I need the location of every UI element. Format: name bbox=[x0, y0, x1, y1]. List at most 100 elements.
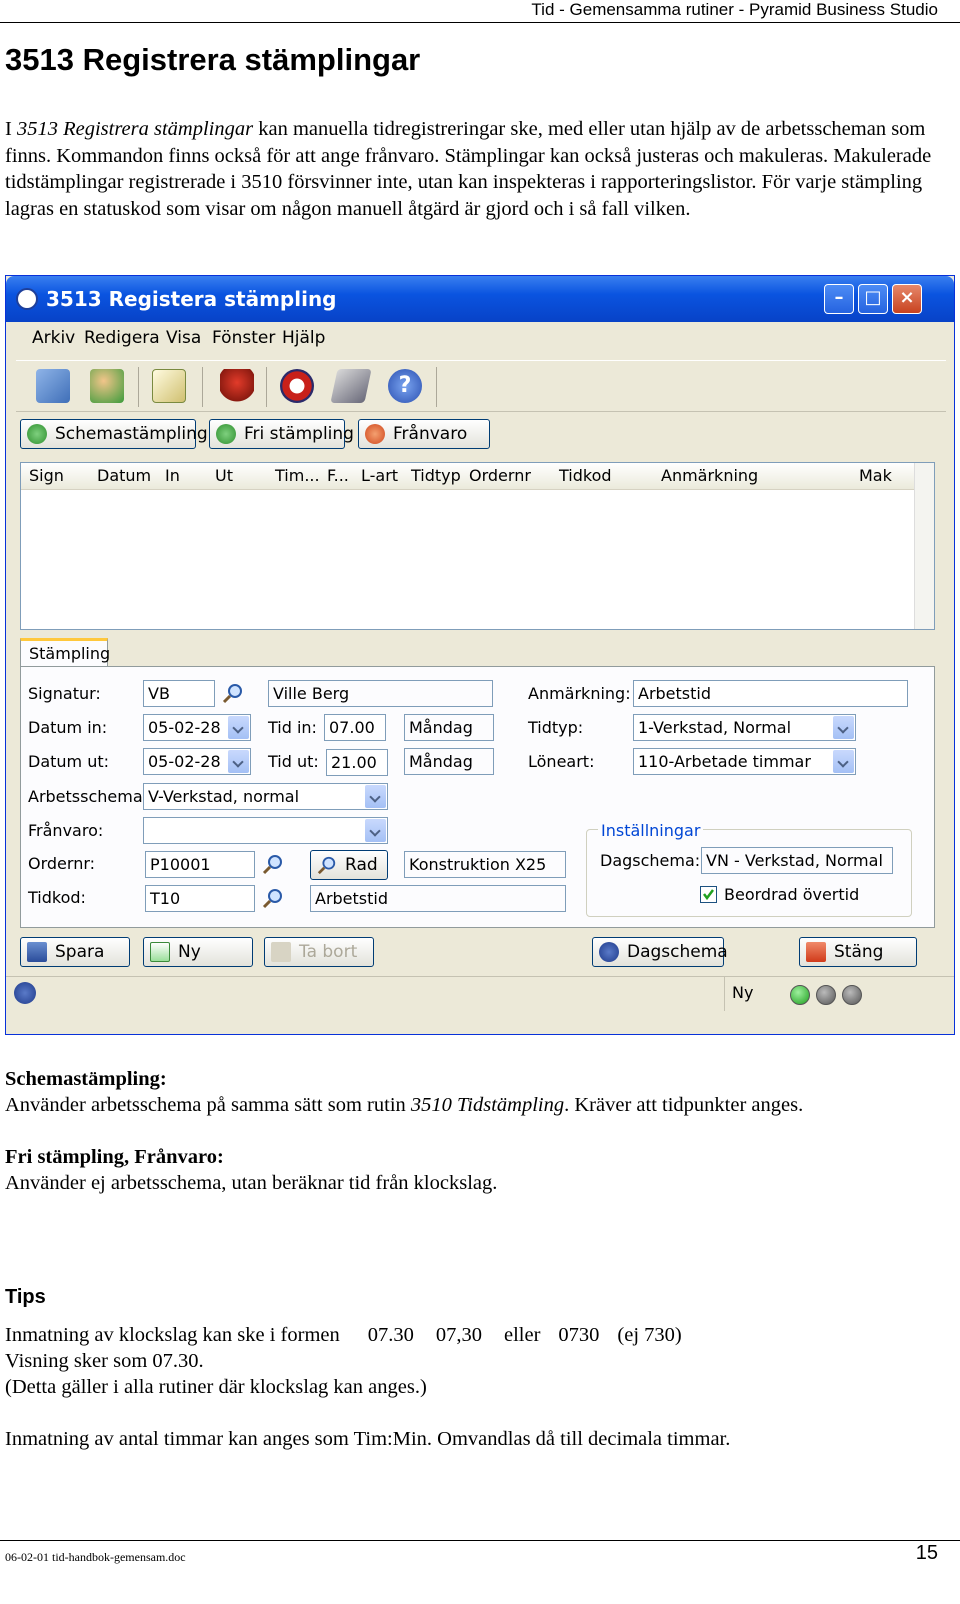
section-text-before: Använder arbetsschema på samma sätt som … bbox=[5, 1094, 411, 1116]
fri-stampling-button[interactable]: Fri stämpling bbox=[209, 419, 354, 449]
checkmark-icon bbox=[703, 889, 714, 901]
tips-line1-prefix: Inmatning av klockslag kan ske i formen bbox=[5, 1324, 340, 1346]
beordrad-overtid-checkbox[interactable] bbox=[700, 886, 717, 903]
checklist-icon[interactable] bbox=[152, 369, 186, 403]
pin-icon[interactable] bbox=[220, 369, 254, 403]
col-datum[interactable]: Datum bbox=[97, 466, 151, 485]
section-text-italic: 3510 Tidstämpling bbox=[410, 1094, 565, 1116]
chevron-down-icon[interactable] bbox=[833, 716, 854, 739]
section-title-fri-stampling: Fri stämpling, Frånvaro: bbox=[5, 1146, 224, 1168]
loneart-combo[interactable]: 110-Arbetade timmar bbox=[633, 748, 856, 775]
stamplings-table[interactable]: Sign Datum In Ut Tim... F... L-art Tidty… bbox=[20, 462, 935, 630]
search-icon[interactable] bbox=[262, 887, 284, 909]
col-ut[interactable]: Ut bbox=[215, 466, 233, 485]
col-tidtyp[interactable]: Tidtyp bbox=[411, 466, 461, 485]
menu-arkiv[interactable]: Arkiv bbox=[32, 328, 75, 348]
col-ordernr[interactable]: Ordernr bbox=[469, 466, 531, 485]
franvaro-label: Frånvaro bbox=[393, 424, 468, 444]
search-icon[interactable] bbox=[262, 853, 284, 875]
chevron-down-icon[interactable] bbox=[228, 716, 249, 739]
tab-stampling[interactable]: Stämpling bbox=[20, 638, 110, 668]
datum-ut-combo[interactable]: 05-02-28 bbox=[143, 748, 251, 775]
tips-format-e: (ej 730) bbox=[617, 1324, 682, 1346]
signatur-input[interactable]: VB bbox=[143, 680, 215, 707]
stang-button[interactable]: Stäng bbox=[799, 937, 917, 967]
franvaro-label: Frånvaro: bbox=[28, 821, 104, 840]
tid-in-label: Tid in: bbox=[268, 718, 317, 737]
chevron-down-icon[interactable] bbox=[365, 819, 386, 842]
table-header: Sign Datum In Ut Tim... F... L-art Tidty… bbox=[21, 463, 917, 490]
copy-icon[interactable] bbox=[36, 369, 70, 403]
toolbar: ? bbox=[16, 360, 946, 412]
dagschema-button[interactable]: Dagschema bbox=[592, 937, 728, 967]
save-icon bbox=[27, 942, 47, 962]
datum-in-label: Datum in: bbox=[28, 718, 108, 737]
rad-button[interactable]: Rad bbox=[310, 850, 388, 880]
namn-display: Ville Berg bbox=[268, 680, 493, 707]
tidtyp-label: Tidtyp: bbox=[528, 718, 584, 737]
arbetsschema-combo[interactable]: V-Verkstad, normal bbox=[143, 783, 388, 810]
ta-bort-button[interactable]: Ta bort bbox=[264, 937, 374, 967]
ny-button[interactable]: Ny bbox=[143, 937, 253, 967]
menu-redigera[interactable]: Redigera bbox=[84, 328, 160, 348]
col-sign[interactable]: Sign bbox=[29, 466, 64, 485]
tid-ut-input[interactable]: 21.00 bbox=[326, 749, 388, 776]
tid-ut-label: Tid ut: bbox=[268, 752, 319, 771]
tips-line-1: Inmatning av klockslag kan ske i formen 0… bbox=[5, 1322, 682, 1348]
menu-visa[interactable]: Visa bbox=[166, 328, 201, 348]
datum-in-combo[interactable]: 05-02-28 bbox=[143, 714, 251, 741]
spara-label: Spara bbox=[55, 942, 105, 962]
col-in[interactable]: In bbox=[165, 466, 180, 485]
search-icon[interactable] bbox=[222, 682, 244, 704]
section-text-fri-stampling: Använder ej arbetsschema, utan beräknar … bbox=[5, 1172, 498, 1194]
tips-format-a: 07.30 bbox=[367, 1324, 414, 1346]
arbetsschema-label: Arbetsschema: bbox=[28, 787, 149, 806]
dag-in-display: Måndag bbox=[404, 714, 494, 741]
intro-paragraph: I 3513 Registrera stämplingar kan manuel… bbox=[5, 116, 950, 222]
franvaro-button[interactable]: Frånvaro bbox=[358, 419, 490, 449]
add-user-icon[interactable] bbox=[90, 369, 124, 403]
minimize-button[interactable]: – bbox=[824, 284, 854, 314]
fri-stampling-label: Fri stämpling bbox=[244, 424, 354, 444]
chevron-down-icon[interactable] bbox=[228, 750, 249, 773]
ordernr-input[interactable]: P10001 bbox=[145, 851, 255, 878]
table-scrollbar[interactable] bbox=[914, 463, 934, 629]
schemastampling-button[interactable]: Schemastämpling bbox=[20, 419, 208, 449]
tid-in-input[interactable]: 07.00 bbox=[324, 714, 386, 741]
anmarkning-label: Anmärkning: bbox=[528, 684, 631, 703]
status-led-gray-icon bbox=[842, 985, 862, 1005]
col-f[interactable]: F... bbox=[327, 466, 349, 485]
tidtyp-combo[interactable]: 1-Verkstad, Normal bbox=[633, 714, 856, 741]
col-tim[interactable]: Tim... bbox=[275, 466, 320, 485]
chevron-down-icon[interactable] bbox=[833, 750, 854, 773]
section-title-schemastampling: Schemastämpling: bbox=[5, 1068, 167, 1090]
col-anmarkning[interactable]: Anmärkning bbox=[661, 466, 758, 485]
tidkod-text-display: Arbetstid bbox=[310, 885, 566, 912]
installningar-title: Inställningar bbox=[598, 821, 704, 840]
chevron-down-icon[interactable] bbox=[365, 785, 386, 808]
intro-italic: 3513 Registrera stämplingar bbox=[16, 118, 254, 140]
close-button[interactable]: × bbox=[892, 284, 922, 314]
tidkod-input[interactable]: T10 bbox=[145, 885, 255, 912]
col-tidkod[interactable]: Tidkod bbox=[559, 466, 612, 485]
maximize-button[interactable]: □ bbox=[858, 284, 888, 314]
book-icon[interactable] bbox=[330, 369, 372, 403]
status-bar: Ny bbox=[6, 976, 954, 1011]
dagschema-button-label: Dagschema bbox=[627, 942, 728, 962]
menu-fonster[interactable]: Fönster bbox=[212, 328, 275, 348]
help-icon[interactable]: ? bbox=[388, 369, 422, 403]
tips-or: eller bbox=[504, 1324, 541, 1346]
menu-hjalp[interactable]: Hjälp bbox=[282, 328, 325, 348]
franvaro-combo[interactable] bbox=[143, 817, 388, 844]
col-mak[interactable]: Mak bbox=[859, 466, 892, 485]
anmarkning-input[interactable]: Arbetstid bbox=[633, 680, 908, 707]
pers-icon[interactable] bbox=[280, 369, 314, 403]
intro-prefix: I bbox=[5, 118, 17, 140]
toolbar-separator bbox=[202, 367, 203, 407]
window-title: 3513 Registera stämpling bbox=[46, 287, 337, 311]
arbetsschema-value: V-Verkstad, normal bbox=[148, 787, 300, 806]
tips-format-d: 0730 bbox=[558, 1324, 600, 1346]
spara-button[interactable]: Spara bbox=[20, 937, 130, 967]
col-lart[interactable]: L-art bbox=[361, 466, 398, 485]
dag-ut-display: Måndag bbox=[404, 748, 494, 775]
